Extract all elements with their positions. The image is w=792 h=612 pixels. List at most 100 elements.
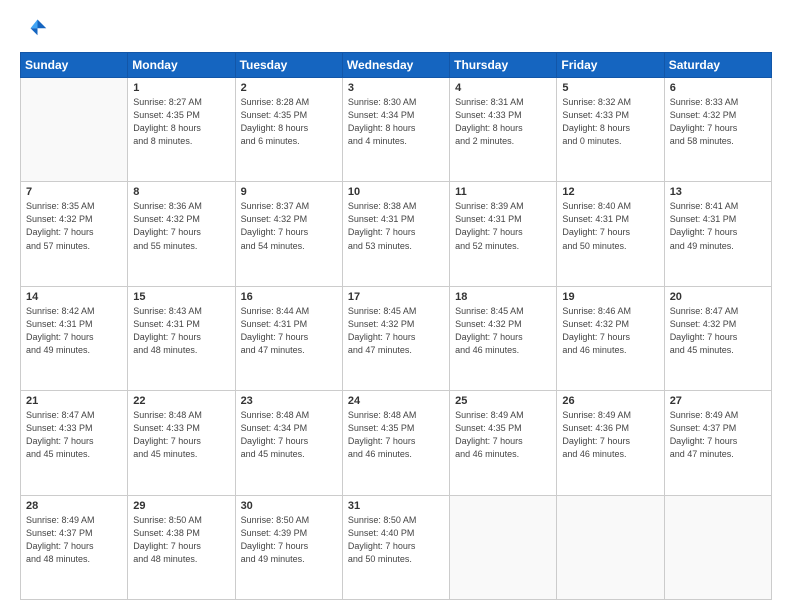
calendar-cell — [450, 495, 557, 599]
day-number: 10 — [348, 186, 444, 198]
header-row: Sunday Monday Tuesday Wednesday Thursday… — [21, 53, 772, 78]
day-number: 12 — [562, 186, 658, 198]
week-row-0: 1 Sunrise: 8:27 AMSunset: 4:35 PMDaylight… — [21, 78, 772, 182]
calendar-cell — [21, 78, 128, 182]
calendar-cell: 20 Sunrise: 8:47 AMSunset: 4:32 PMDayligh… — [664, 286, 771, 390]
day-number: 18 — [455, 291, 551, 303]
page: Sunday Monday Tuesday Wednesday Thursday… — [0, 0, 792, 612]
day-number: 5 — [562, 82, 658, 94]
col-sunday: Sunday — [21, 53, 128, 78]
calendar-cell: 8Sunrise: 8:36 AMSunset: 4:32 PMDaylight… — [128, 182, 235, 286]
calendar-cell: 31Sunrise: 8:50 AMSunset: 4:40 PMDayligh… — [342, 495, 449, 599]
calendar-cell: 19 Sunrise: 8:46 AMSunset: 4:32 PMDayligh… — [557, 286, 664, 390]
day-info: Sunrise: 8:40 AMSunset: 4:31 PMDaylight:… — [562, 200, 658, 252]
day-number: 9 — [241, 186, 337, 198]
day-info: Sunrise: 8:45 AMSunset: 4:32 PMDaylight:… — [348, 305, 444, 357]
day-info: Sunrise: 8:42 AMSunset: 4:31 PMDaylight:… — [26, 305, 122, 357]
day-number: 28 — [26, 500, 122, 512]
day-number: 22 — [133, 395, 229, 407]
calendar-cell: 17Sunrise: 8:45 AMSunset: 4:32 PMDayligh… — [342, 286, 449, 390]
calendar-cell: 22 Sunrise: 8:48 AMSunset: 4:33 PMDayligh… — [128, 391, 235, 495]
day-info: Sunrise: 8:48 AMSunset: 4:33 PMDaylight:… — [133, 409, 229, 461]
week-row-3: 21 Sunrise: 8:47 AMSunset: 4:33 PMDayligh… — [21, 391, 772, 495]
col-thursday: Thursday — [450, 53, 557, 78]
day-info: Sunrise: 8:39 AMSunset: 4:31 PMDaylight:… — [455, 200, 551, 252]
day-number: 1 — [133, 82, 229, 94]
week-row-4: 28 Sunrise: 8:49 AMSunset: 4:37 PMDayligh… — [21, 495, 772, 599]
day-info: Sunrise: 8:28 AMSunset: 4:35 PMDaylight:… — [241, 96, 337, 148]
day-number: 24 — [348, 395, 444, 407]
calendar-cell: 7 Sunrise: 8:35 AMSunset: 4:32 PMDaylight… — [21, 182, 128, 286]
day-number: 7 — [26, 186, 122, 198]
calendar-cell: 2 Sunrise: 8:28 AMSunset: 4:35 PMDaylight… — [235, 78, 342, 182]
calendar-cell: 13 Sunrise: 8:41 AMSunset: 4:31 PMDayligh… — [664, 182, 771, 286]
calendar-cell: 15 Sunrise: 8:43 AMSunset: 4:31 PMDayligh… — [128, 286, 235, 390]
col-monday: Monday — [128, 53, 235, 78]
calendar-cell: 12 Sunrise: 8:40 AMSunset: 4:31 PMDayligh… — [557, 182, 664, 286]
day-info: Sunrise: 8:31 AMSunset: 4:33 PMDaylight:… — [455, 96, 551, 148]
calendar-cell: 3Sunrise: 8:30 AMSunset: 4:34 PMDaylight… — [342, 78, 449, 182]
day-info: Sunrise: 8:43 AMSunset: 4:31 PMDaylight:… — [133, 305, 229, 357]
logo-icon — [20, 16, 48, 44]
day-number: 6 — [670, 82, 766, 94]
calendar-cell: 11 Sunrise: 8:39 AMSunset: 4:31 PMDayligh… — [450, 182, 557, 286]
calendar-cell: 16 Sunrise: 8:44 AMSunset: 4:31 PMDayligh… — [235, 286, 342, 390]
day-info: Sunrise: 8:46 AMSunset: 4:32 PMDaylight:… — [562, 305, 658, 357]
col-saturday: Saturday — [664, 53, 771, 78]
day-number: 13 — [670, 186, 766, 198]
day-info: Sunrise: 8:45 AMSunset: 4:32 PMDaylight:… — [455, 305, 551, 357]
day-number: 19 — [562, 291, 658, 303]
calendar-cell — [557, 495, 664, 599]
day-info: Sunrise: 8:50 AMSunset: 4:38 PMDaylight:… — [133, 514, 229, 566]
day-info: Sunrise: 8:35 AMSunset: 4:32 PMDaylight:… — [26, 200, 122, 252]
day-info: Sunrise: 8:47 AMSunset: 4:32 PMDaylight:… — [670, 305, 766, 357]
calendar-cell: 23 Sunrise: 8:48 AMSunset: 4:34 PMDayligh… — [235, 391, 342, 495]
day-info: Sunrise: 8:48 AMSunset: 4:34 PMDaylight:… — [241, 409, 337, 461]
calendar-cell: 30 Sunrise: 8:50 AMSunset: 4:39 PMDayligh… — [235, 495, 342, 599]
calendar-cell — [664, 495, 771, 599]
day-number: 2 — [241, 82, 337, 94]
calendar-cell: 24 Sunrise: 8:48 AMSunset: 4:35 PMDayligh… — [342, 391, 449, 495]
calendar-cell: 5Sunrise: 8:32 AMSunset: 4:33 PMDaylight… — [557, 78, 664, 182]
calendar-cell: 6 Sunrise: 8:33 AMSunset: 4:32 PMDaylight… — [664, 78, 771, 182]
day-info: Sunrise: 8:36 AMSunset: 4:32 PMDaylight:… — [133, 200, 229, 252]
day-info: Sunrise: 8:49 AMSunset: 4:37 PMDaylight:… — [26, 514, 122, 566]
day-number: 30 — [241, 500, 337, 512]
day-number: 31 — [348, 500, 444, 512]
day-number: 23 — [241, 395, 337, 407]
day-number: 16 — [241, 291, 337, 303]
calendar-cell: 29 Sunrise: 8:50 AMSunset: 4:38 PMDayligh… — [128, 495, 235, 599]
col-tuesday: Tuesday — [235, 53, 342, 78]
day-number: 20 — [670, 291, 766, 303]
header — [20, 16, 772, 44]
day-number: 11 — [455, 186, 551, 198]
calendar: Sunday Monday Tuesday Wednesday Thursday… — [20, 52, 772, 600]
calendar-cell: 28 Sunrise: 8:49 AMSunset: 4:37 PMDayligh… — [21, 495, 128, 599]
day-number: 3 — [348, 82, 444, 94]
day-info: Sunrise: 8:49 AMSunset: 4:37 PMDaylight:… — [670, 409, 766, 461]
day-number: 25 — [455, 395, 551, 407]
day-info: Sunrise: 8:50 AMSunset: 4:39 PMDaylight:… — [241, 514, 337, 566]
calendar-cell: 4 Sunrise: 8:31 AMSunset: 4:33 PMDaylight… — [450, 78, 557, 182]
calendar-cell: 14 Sunrise: 8:42 AMSunset: 4:31 PMDayligh… — [21, 286, 128, 390]
day-number: 21 — [26, 395, 122, 407]
day-info: Sunrise: 8:33 AMSunset: 4:32 PMDaylight:… — [670, 96, 766, 148]
calendar-cell: 25 Sunrise: 8:49 AMSunset: 4:35 PMDayligh… — [450, 391, 557, 495]
calendar-cell: 10 Sunrise: 8:38 AMSunset: 4:31 PMDayligh… — [342, 182, 449, 286]
day-info: Sunrise: 8:44 AMSunset: 4:31 PMDaylight:… — [241, 305, 337, 357]
day-info: Sunrise: 8:49 AMSunset: 4:35 PMDaylight:… — [455, 409, 551, 461]
day-info: Sunrise: 8:37 AMSunset: 4:32 PMDaylight:… — [241, 200, 337, 252]
col-wednesday: Wednesday — [342, 53, 449, 78]
day-info: Sunrise: 8:27 AMSunset: 4:35 PMDaylight:… — [133, 96, 229, 148]
day-number: 26 — [562, 395, 658, 407]
calendar-cell: 18 Sunrise: 8:45 AMSunset: 4:32 PMDayligh… — [450, 286, 557, 390]
day-number: 4 — [455, 82, 551, 94]
day-info: Sunrise: 8:47 AMSunset: 4:33 PMDaylight:… — [26, 409, 122, 461]
calendar-cell: 1 Sunrise: 8:27 AMSunset: 4:35 PMDaylight… — [128, 78, 235, 182]
day-number: 14 — [26, 291, 122, 303]
day-info: Sunrise: 8:48 AMSunset: 4:35 PMDaylight:… — [348, 409, 444, 461]
day-info: Sunrise: 8:41 AMSunset: 4:31 PMDaylight:… — [670, 200, 766, 252]
day-info: Sunrise: 8:38 AMSunset: 4:31 PMDaylight:… — [348, 200, 444, 252]
day-number: 29 — [133, 500, 229, 512]
day-number: 15 — [133, 291, 229, 303]
